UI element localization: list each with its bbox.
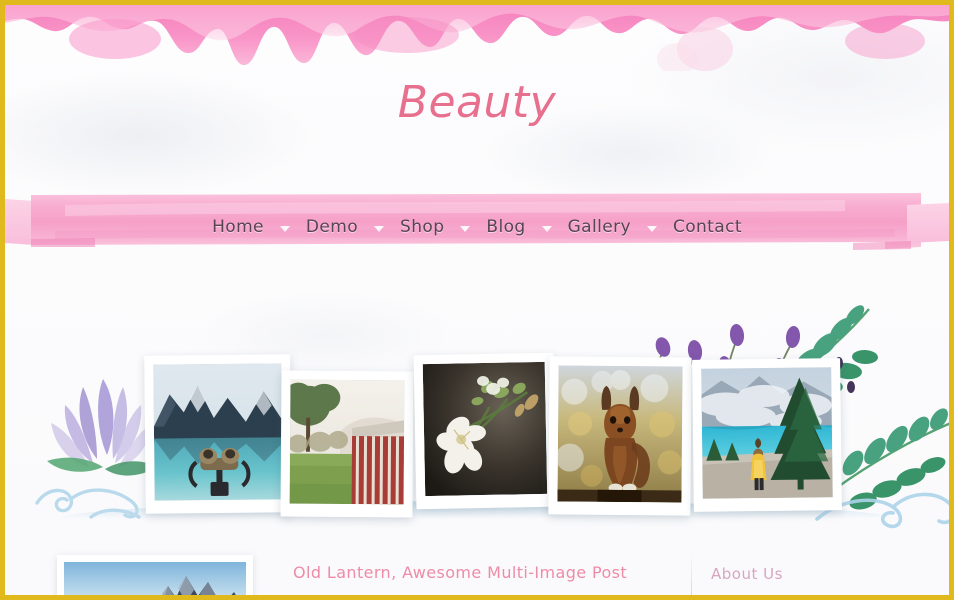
nav-item-gallery[interactable]: Gallery — [552, 215, 647, 239]
chevron-down-icon — [460, 225, 471, 232]
featured-image-carousel[interactable] — [5, 305, 949, 535]
carousel-slide-1[interactable] — [144, 354, 292, 514]
slide-4-photo — [557, 365, 683, 503]
chevron-down-icon — [279, 225, 290, 232]
chevron-down-icon — [374, 225, 385, 232]
carousel-slide-4[interactable] — [548, 356, 692, 516]
chevron-down-icon — [646, 225, 657, 232]
nav-item-contact[interactable]: Contact — [657, 215, 758, 239]
slide-3-photo — [422, 361, 548, 497]
slide-5-photo — [701, 367, 833, 499]
nav-item-shop[interactable]: Shop — [384, 215, 460, 239]
post-title-link[interactable]: Old Lantern, Awesome Multi-Image Post — [293, 563, 627, 582]
page-frame: Beauty Home Demo Shop Blog Gallery Conta… — [0, 0, 954, 600]
post-thumbnail-photo — [64, 562, 246, 595]
nav-item-home[interactable]: Home — [196, 215, 280, 239]
carousel-slide-5[interactable] — [692, 358, 842, 512]
navigation-ribbon: Home Demo Shop Blog Gallery Contact — [5, 187, 949, 267]
site-title: Beauty — [397, 77, 557, 128]
post-thumbnail[interactable] — [57, 555, 253, 595]
chevron-down-icon — [541, 225, 552, 232]
slide-1-photo — [153, 363, 283, 501]
top-watercolor-banner — [5, 5, 949, 71]
carousel-slide-3[interactable] — [413, 352, 557, 510]
content-strip: Old Lantern, Awesome Multi-Image Post Ab… — [5, 545, 949, 595]
nav-item-demo[interactable]: Demo — [290, 215, 374, 239]
sidebar-widget-title-about-us: About Us — [711, 565, 783, 583]
sidebar-divider — [691, 553, 692, 595]
slide-2-photo — [289, 379, 405, 505]
carousel-slide-2[interactable] — [280, 370, 414, 518]
nav-item-blog[interactable]: Blog — [470, 215, 541, 239]
main-navigation[interactable]: Home Demo Shop Blog Gallery Contact — [5, 215, 949, 239]
